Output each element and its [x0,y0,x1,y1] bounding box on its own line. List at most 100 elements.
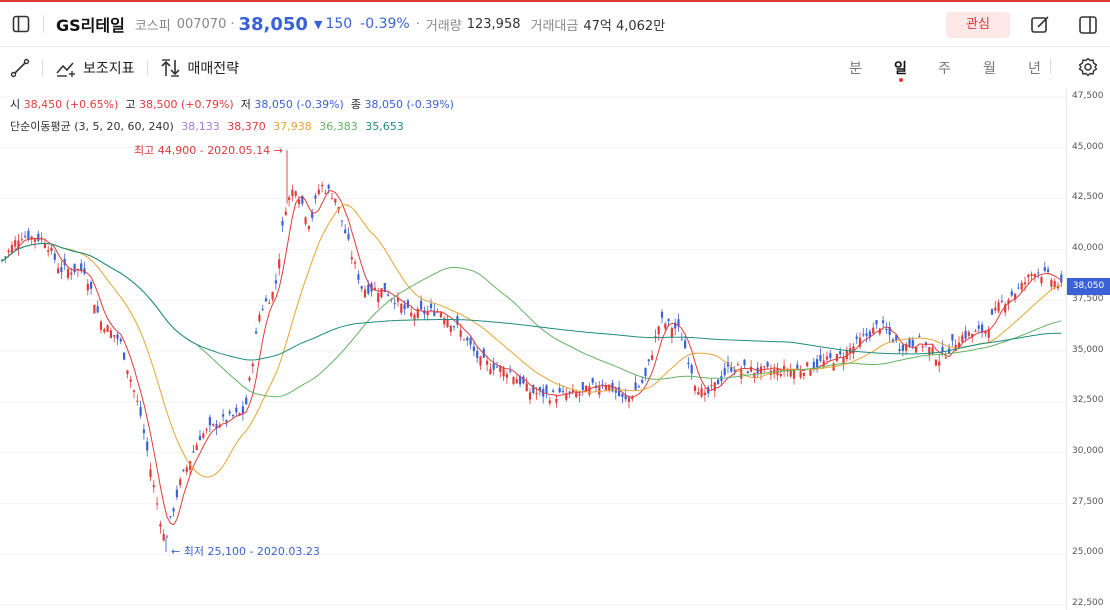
candle-body [297,199,301,205]
candle-body [231,415,235,417]
layout-toggle-icon[interactable] [1078,15,1098,35]
price-tick-label: 45,000 [1072,141,1104,152]
active-period-dot [899,78,903,82]
candle-body [763,366,766,368]
candle-body [598,386,601,395]
candle-body [132,390,136,392]
candle-body [403,304,406,310]
candle-body [123,352,126,360]
candle-body [934,359,937,366]
price-tick-label: 25,000 [1072,547,1104,558]
high-annotation: 최고 44,900 - 2020.05.14 → [134,142,283,158]
period-week-tab[interactable]: 주 [938,58,951,78]
candle-body [1040,276,1043,284]
period-year-tab[interactable]: 년 [1028,58,1041,78]
candle-body [1027,274,1030,278]
strategy-label: 매매전략 [187,61,240,77]
candle-body [261,308,264,310]
candle-body [495,366,499,368]
period-day-tab[interactable]: 일 [894,58,907,78]
candle-body [317,189,320,195]
candle-body [581,382,584,390]
price-tick-label: 40,000 [1072,243,1104,254]
candle-body [202,433,205,438]
candle-body [898,348,901,351]
right-arrow-icon: → [273,144,283,157]
strategy-button[interactable]: 매매전략 [160,58,240,78]
candle-body [654,336,657,338]
candle-body [377,293,380,303]
ma5-line [1,190,1062,526]
candle-body [330,198,334,200]
price-tick-label: 30,000 [1072,445,1104,456]
candle-body [400,303,403,313]
candle-body [192,451,195,453]
candle-body [149,469,152,478]
price-tick-label: 22,500 [1072,598,1104,608]
candle-body [552,390,555,392]
high-annotation-text: 최고 44,900 - 2020.05.14 [134,144,271,157]
candle-body [449,325,452,332]
candle-body [57,268,60,274]
price-tick-label: 35,000 [1072,344,1104,355]
stock-change: 150 [325,16,353,32]
candle-body [7,250,10,253]
period-minute-tab[interactable]: 분 [849,58,862,78]
settings-gear-icon[interactable] [1078,57,1098,77]
left-arrow-icon: ← [171,545,181,558]
candle-body [459,330,462,337]
candle-body [651,355,654,360]
candle-body [314,195,317,199]
line-draw-icon[interactable] [10,58,30,78]
edit-icon[interactable] [1030,15,1050,35]
candle-body [492,363,495,370]
ma20-line [1,204,1062,478]
candle-body [647,359,650,362]
price-tick-label: 42,500 [1072,192,1104,203]
candle-body [1010,291,1013,296]
candle-body [994,307,997,311]
candle-body [159,524,162,527]
candlestick-chart[interactable] [0,89,1066,610]
candle-body [938,361,941,366]
candle-body [684,340,687,349]
candle-body [512,376,515,384]
candle-body [915,347,918,353]
candle-body [792,369,796,379]
candle-body [1050,279,1053,287]
amount-value: 47억 4,062만 [583,18,666,34]
candle-body [502,367,505,377]
candle-body [746,371,749,374]
candle-body [255,331,258,334]
candle-body [357,274,360,280]
candle-body [340,220,343,222]
down-triangle-icon: ▼ [313,17,323,31]
candle-body [20,239,23,241]
period-month-tab[interactable]: 월 [983,58,996,78]
indicator-button[interactable]: 보조지표 [55,58,135,78]
low-annotation: ← 최저 25,100 - 2020.03.23 [171,543,320,559]
candle-body [855,336,858,339]
divider [1050,58,1051,74]
candle-body [796,364,799,369]
candle-body [1060,274,1063,283]
stock-name[interactable]: GS리테일 [56,12,125,36]
candle-body [327,185,330,189]
watchlist-button[interactable]: 관심 [946,12,1010,38]
candle-body [136,400,139,402]
candle-body [281,220,284,226]
candle-body [1030,273,1033,277]
candle-body [545,385,548,394]
candle-body [690,364,693,374]
candle-body [819,354,822,361]
sidebar-toggle-icon[interactable] [11,14,31,34]
candle-body [667,319,670,322]
candle-body [862,334,865,336]
stock-price: 38,050 [238,13,308,35]
candle-body [472,346,475,352]
candle-body [14,240,17,247]
candle-body [258,314,261,322]
candle-body [697,391,700,395]
candle-body [977,325,980,329]
amount-label: 거래대금 [530,18,579,34]
